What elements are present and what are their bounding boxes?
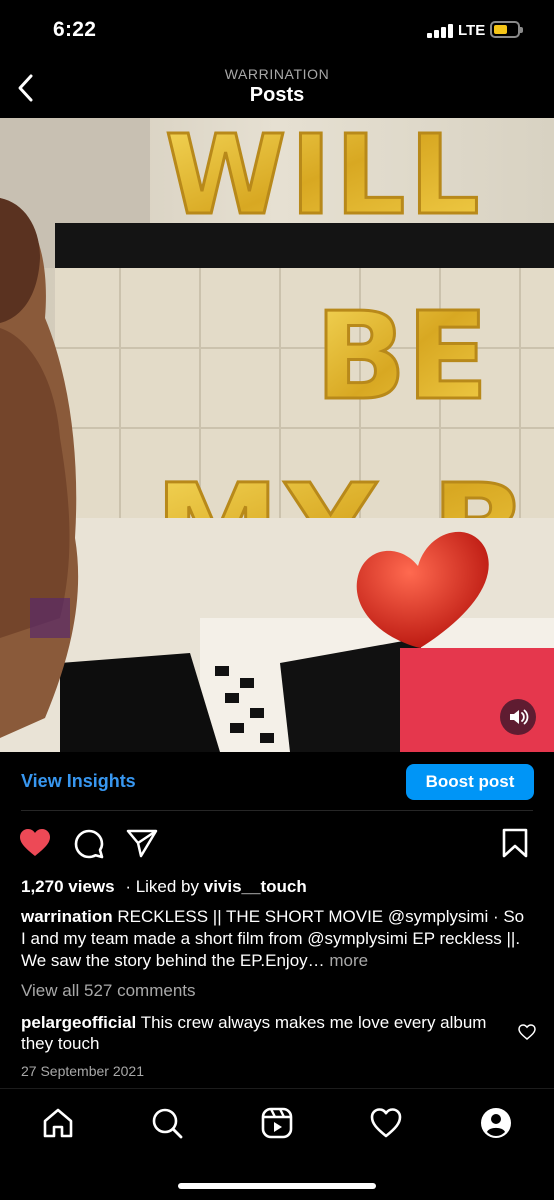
reels-icon[interactable] xyxy=(260,1106,294,1140)
more-link[interactable]: more xyxy=(329,951,368,970)
comment-item: pelargeofficial This crew always makes m… xyxy=(21,1012,501,1054)
views-and-likes: 1,270 views · Liked by vivis__touch xyxy=(21,877,307,897)
view-all-comments-link[interactable]: View all 527 comments xyxy=(21,981,196,1001)
activity-heart-icon[interactable] xyxy=(369,1106,403,1140)
view-insights-link[interactable]: View Insights xyxy=(21,771,136,792)
divider xyxy=(21,810,533,811)
balloon-text-line-1: WILL xyxy=(165,118,483,239)
volume-icon[interactable] xyxy=(500,699,536,735)
post-date: 27 September 2021 xyxy=(21,1063,144,1079)
views-count[interactable]: 1,270 views xyxy=(21,877,115,896)
post-caption: warrination RECKLESS || THE SHORT MOVIE … xyxy=(21,906,533,972)
home-indicator xyxy=(178,1183,376,1189)
page-title: Posts xyxy=(249,84,305,106)
search-icon[interactable] xyxy=(150,1106,184,1140)
signal-icon xyxy=(427,24,453,38)
battery-icon xyxy=(490,21,523,38)
profile-icon[interactable] xyxy=(479,1106,513,1140)
boost-post-button[interactable]: Boost post xyxy=(406,764,534,800)
balloon-text-line-2: BE xyxy=(315,288,488,427)
caption-username[interactable]: warrination xyxy=(21,907,113,926)
comment-username[interactable]: pelargeofficial xyxy=(21,1013,136,1032)
heart-icon[interactable] xyxy=(19,828,51,858)
status-bar: 6:22 LTE xyxy=(0,0,554,60)
status-time: 6:22 xyxy=(53,18,97,41)
liked-by-prefix: · Liked by xyxy=(125,877,200,896)
bookmark-icon[interactable] xyxy=(501,828,529,858)
comment-icon[interactable] xyxy=(73,828,105,860)
post-video[interactable]: WILL BE MY B xyxy=(0,118,554,752)
home-icon[interactable] xyxy=(41,1106,75,1140)
account-name: WARRINATION xyxy=(224,66,330,82)
network-label: LTE xyxy=(458,22,486,39)
liked-by-user[interactable]: vivis__touch xyxy=(204,877,307,896)
share-icon[interactable] xyxy=(126,828,158,858)
posts-header: WARRINATION Posts xyxy=(0,60,554,118)
comment-like-heart-icon[interactable] xyxy=(518,1024,536,1040)
